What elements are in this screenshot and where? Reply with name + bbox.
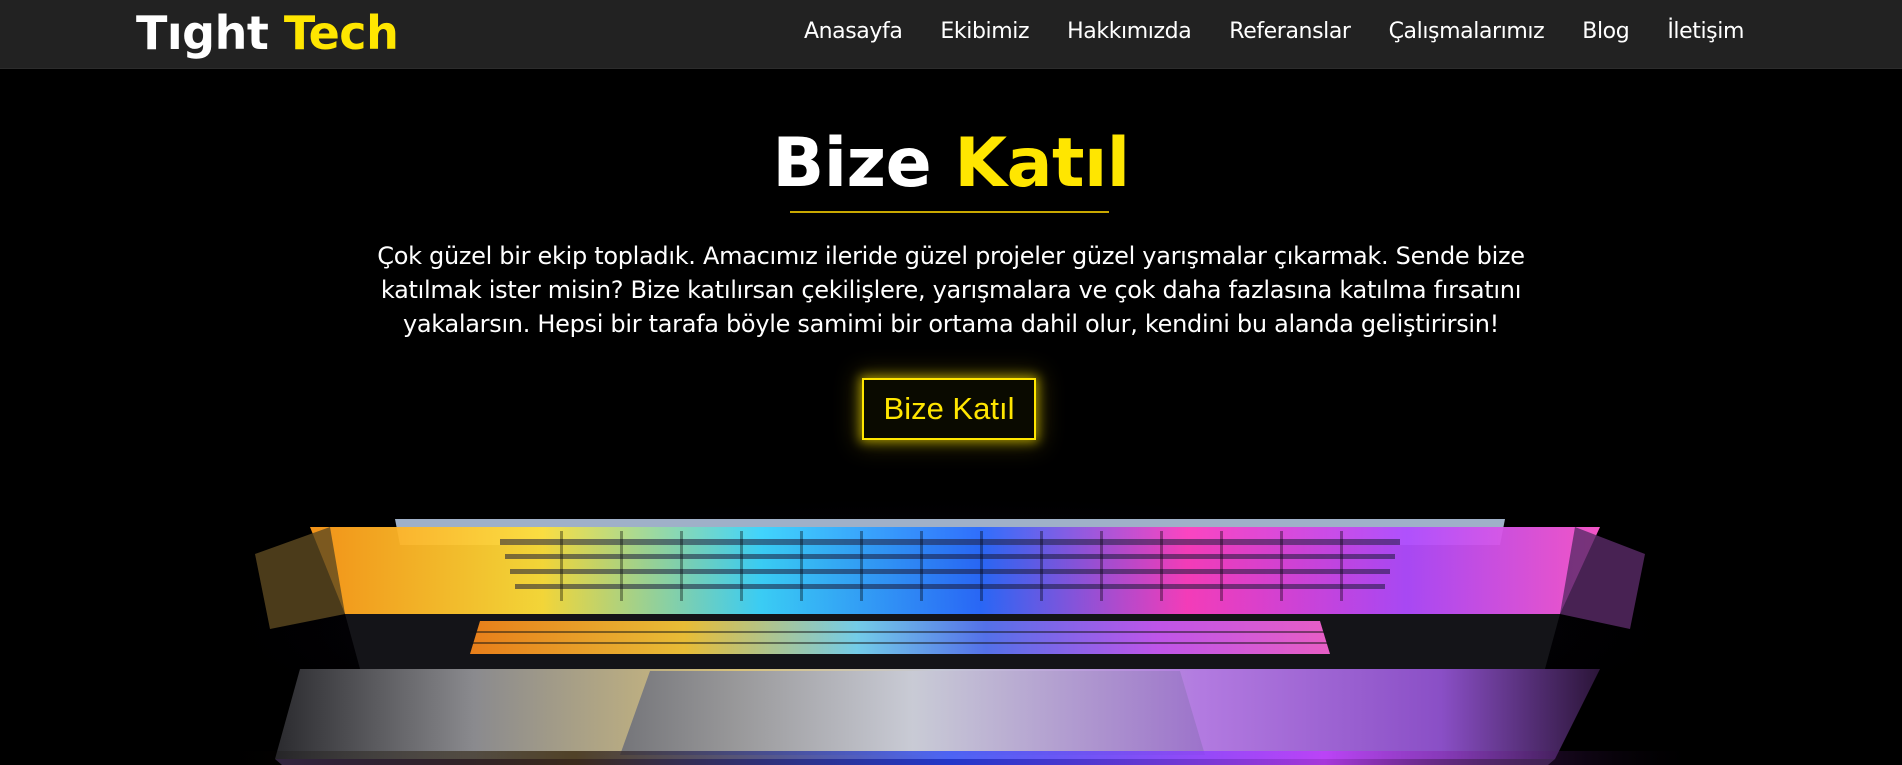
- navbar: Tıght Tech Anasayfa Ekibimiz Hakkımızda …: [0, 0, 1902, 69]
- hero-section: Bize Katıl Çok güzel bir ekip topladık. …: [0, 69, 1902, 765]
- hero-description: Çok güzel bir ekip topladık. Amacımız il…: [377, 242, 1525, 338]
- nav-item-iletisim[interactable]: İletişim: [1648, 19, 1744, 44]
- brand-text-accent: Tech: [283, 6, 399, 60]
- nav-item-blog[interactable]: Blog: [1563, 19, 1648, 44]
- main-nav: Anasayfa Ekibimiz Hakkımızda Referanslar…: [785, 0, 1744, 62]
- hero-title-primary: Bize: [772, 124, 932, 203]
- nav-item-referanslar[interactable]: Referanslar: [1210, 19, 1369, 44]
- hero-title-accent: Katıl: [954, 124, 1130, 203]
- hero-title: Bize Katıl: [0, 114, 1902, 214]
- nav-item-ekibimiz[interactable]: Ekibimiz: [921, 19, 1048, 44]
- page: Tıght Tech Anasayfa Ekibimiz Hakkımızda …: [0, 0, 1902, 765]
- nav-item-calismalarimiz[interactable]: Çalışmalarımız: [1370, 19, 1564, 44]
- nav-item-anasayfa[interactable]: Anasayfa: [785, 19, 921, 44]
- nav-item-hakkimizda[interactable]: Hakkımızda: [1048, 19, 1210, 44]
- title-divider: [790, 211, 1109, 213]
- brand-logo[interactable]: Tıght Tech: [136, 3, 399, 63]
- brand-text-primary: Tıght: [136, 6, 269, 60]
- join-button[interactable]: Bize Katıl: [862, 378, 1036, 440]
